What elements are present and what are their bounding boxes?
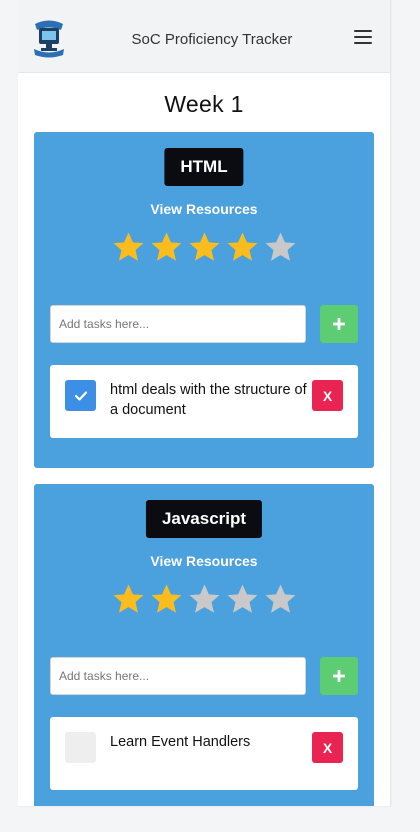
topic-badge: HTML	[164, 148, 244, 186]
star-filled-icon[interactable]	[112, 231, 145, 264]
task-item: Learn Event Handlers X	[50, 717, 358, 790]
star-empty-icon[interactable]	[264, 231, 297, 264]
plus-icon	[333, 318, 345, 330]
add-task-button[interactable]	[320, 657, 358, 695]
topic-card-html: HTML View Resources html deals with the …	[34, 132, 374, 468]
navbar: SoC Proficiency Tracker	[18, 0, 390, 73]
star-filled-icon[interactable]	[188, 231, 221, 264]
star-empty-icon[interactable]	[226, 583, 259, 616]
star-filled-icon[interactable]	[150, 231, 183, 264]
checkmark-icon	[74, 390, 87, 401]
plus-icon	[333, 670, 345, 682]
app-frame: SoC Proficiency Tracker Week 1 HTML View…	[18, 0, 390, 806]
view-resources-link[interactable]: View Resources	[34, 553, 374, 569]
app-title: SoC Proficiency Tracker	[131, 31, 293, 48]
task-item: html deals with the structure of a docum…	[50, 365, 358, 438]
topic-badge: Javascript	[145, 500, 263, 538]
star-empty-icon[interactable]	[188, 583, 221, 616]
add-task-button[interactable]	[320, 305, 358, 343]
star-empty-icon[interactable]	[264, 583, 297, 616]
task-input[interactable]	[50, 657, 306, 695]
view-resources-link[interactable]: View Resources	[34, 201, 374, 217]
delete-task-button[interactable]: X	[312, 732, 343, 763]
task-text: Learn Event Handlers	[110, 734, 251, 750]
star-filled-icon[interactable]	[226, 231, 259, 264]
star-filled-icon[interactable]	[150, 583, 183, 616]
task-text: html deals with the structure of a docum…	[110, 382, 307, 418]
topic-card-javascript: Javascript View Resources Learn Event Ha…	[34, 484, 374, 806]
task-checkbox[interactable]	[65, 732, 96, 763]
delete-task-button[interactable]: X	[312, 380, 343, 411]
star-filled-icon[interactable]	[112, 583, 145, 616]
star-rating	[34, 583, 374, 616]
task-checkbox[interactable]	[65, 380, 96, 411]
week-title: Week 1	[164, 91, 244, 117]
add-task-row	[50, 305, 358, 343]
task-input[interactable]	[50, 305, 306, 343]
add-task-row	[50, 657, 358, 695]
menu-icon[interactable]	[354, 30, 372, 44]
star-rating	[34, 231, 374, 264]
